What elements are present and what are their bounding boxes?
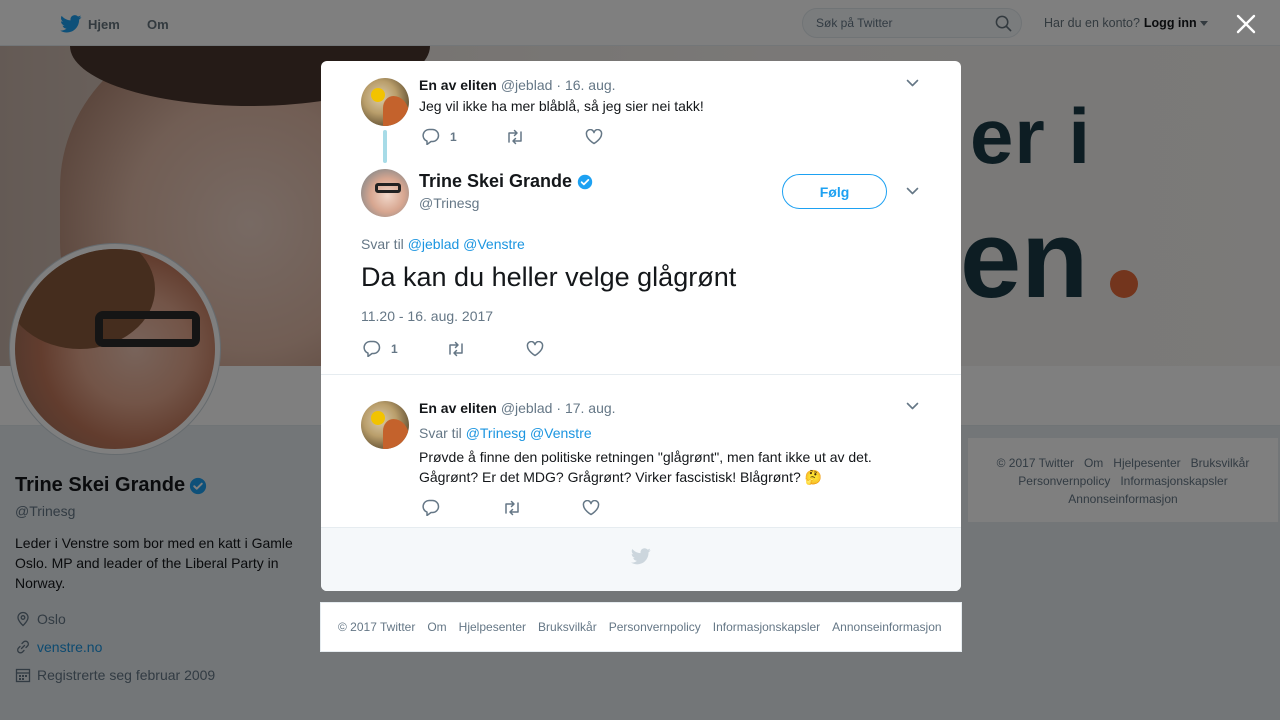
- verified-badge-icon: [577, 174, 593, 189]
- like-button[interactable]: [526, 340, 544, 357]
- like-button[interactable]: [582, 499, 600, 516]
- mention-link[interactable]: @Trinesg: [466, 425, 526, 441]
- main-tweet-actions: 1: [363, 340, 544, 357]
- replying-prefix: Svar til: [361, 236, 404, 252]
- tweet-author-name[interactable]: En av eliten: [419, 77, 497, 93]
- avatar-flower: [371, 411, 385, 425]
- footer-link-terms[interactable]: Bruksvilkår: [538, 620, 597, 634]
- bottom-footer: © 2017 Twitter Om Hjelpesenter Bruksvilk…: [320, 602, 962, 652]
- tweet-author-name[interactable]: En av eliten: [419, 400, 497, 416]
- reply-icon: [422, 499, 440, 516]
- tweet-permalink-modal: En av eliten @jeblad · 16. aug. Jeg vil …: [321, 61, 961, 591]
- retweet-button[interactable]: [502, 500, 522, 516]
- heart-icon: [585, 128, 602, 144]
- retweet-icon: [507, 129, 522, 144]
- retweet-icon: [448, 341, 463, 356]
- tweet-date[interactable]: · 17. aug.: [556, 400, 615, 416]
- retweet-button[interactable]: [505, 129, 525, 145]
- tweet-actions: 1: [422, 128, 603, 145]
- tweet-actions: [422, 499, 600, 516]
- replying-to: Svar til @jeblad @Venstre: [361, 236, 525, 252]
- footer-copyright: © 2017 Twitter: [338, 620, 416, 634]
- retweet-button[interactable]: [446, 341, 466, 357]
- tweet-date[interactable]: · 16. aug.: [556, 77, 615, 93]
- main-tweet-timestamp[interactable]: 11.20 - 16. aug. 2017: [361, 308, 493, 324]
- tweet-header: En av eliten @jeblad · 16. aug.: [419, 77, 616, 93]
- mention-link[interactable]: @jeblad: [408, 236, 460, 252]
- tweet-header: En av eliten @jeblad · 17. aug.: [419, 400, 616, 416]
- footer-link-ads[interactable]: Annonseinformasjon: [832, 620, 941, 634]
- mention-link[interactable]: @Venstre: [463, 236, 525, 252]
- footer-link-privacy[interactable]: Personvernpolicy: [609, 620, 701, 634]
- reply-count: 1: [450, 129, 457, 144]
- close-icon[interactable]: [1234, 12, 1258, 36]
- replying-to: Svar til @Trinesg @Venstre: [419, 425, 592, 441]
- tweet-author-handle[interactable]: @jeblad: [501, 77, 553, 93]
- tweet-text: Jeg vil ikke ha mer blåblå, så jeg sier …: [419, 98, 704, 114]
- heart-icon: [582, 499, 600, 515]
- avatar-glasses: [375, 183, 401, 193]
- reply-icon: [363, 340, 381, 357]
- reply-count: 1: [391, 341, 398, 356]
- footer-link-om[interactable]: Om: [427, 620, 446, 634]
- reply-button[interactable]: 1: [422, 128, 457, 145]
- reply-button[interactable]: [422, 499, 440, 516]
- mention-link[interactable]: @Venstre: [530, 425, 592, 441]
- main-tweet-text: Da kan du heller velge glågrønt: [361, 262, 737, 292]
- chevron-down-icon[interactable]: [906, 79, 919, 88]
- chevron-down-icon[interactable]: [906, 402, 919, 411]
- like-button[interactable]: [585, 128, 603, 145]
- heart-icon: [526, 340, 543, 356]
- thread-connector: [383, 130, 387, 163]
- twitter-bird-icon: [631, 548, 651, 565]
- main-tweet-author-row: Trine Skei Grande: [419, 171, 593, 192]
- avatar-fox: [383, 96, 409, 126]
- avatar[interactable]: [361, 401, 409, 449]
- modal-footer: [321, 527, 961, 591]
- retweet-icon: [505, 500, 519, 515]
- chevron-down-icon[interactable]: [906, 187, 919, 196]
- avatar-fox: [383, 419, 409, 449]
- tweet-text: Prøvde å finne den politiske retningen "…: [419, 449, 872, 485]
- main-tweet-author-name[interactable]: Trine Skei Grande: [419, 171, 572, 192]
- avatar-flower: [371, 88, 385, 102]
- reply-icon: [422, 128, 440, 145]
- avatar[interactable]: [361, 78, 409, 126]
- footer-link-cookies[interactable]: Informasjonskapsler: [713, 620, 820, 634]
- follow-button[interactable]: Følg: [782, 174, 887, 209]
- reply-button[interactable]: 1: [363, 340, 398, 357]
- footer-link-help[interactable]: Hjelpesenter: [459, 620, 526, 634]
- main-tweet-author-handle[interactable]: @Trinesg: [419, 195, 479, 211]
- replying-prefix: Svar til: [419, 425, 462, 441]
- tweet-author-handle[interactable]: @jeblad: [501, 400, 553, 416]
- avatar[interactable]: [361, 169, 409, 217]
- divider: [321, 374, 961, 375]
